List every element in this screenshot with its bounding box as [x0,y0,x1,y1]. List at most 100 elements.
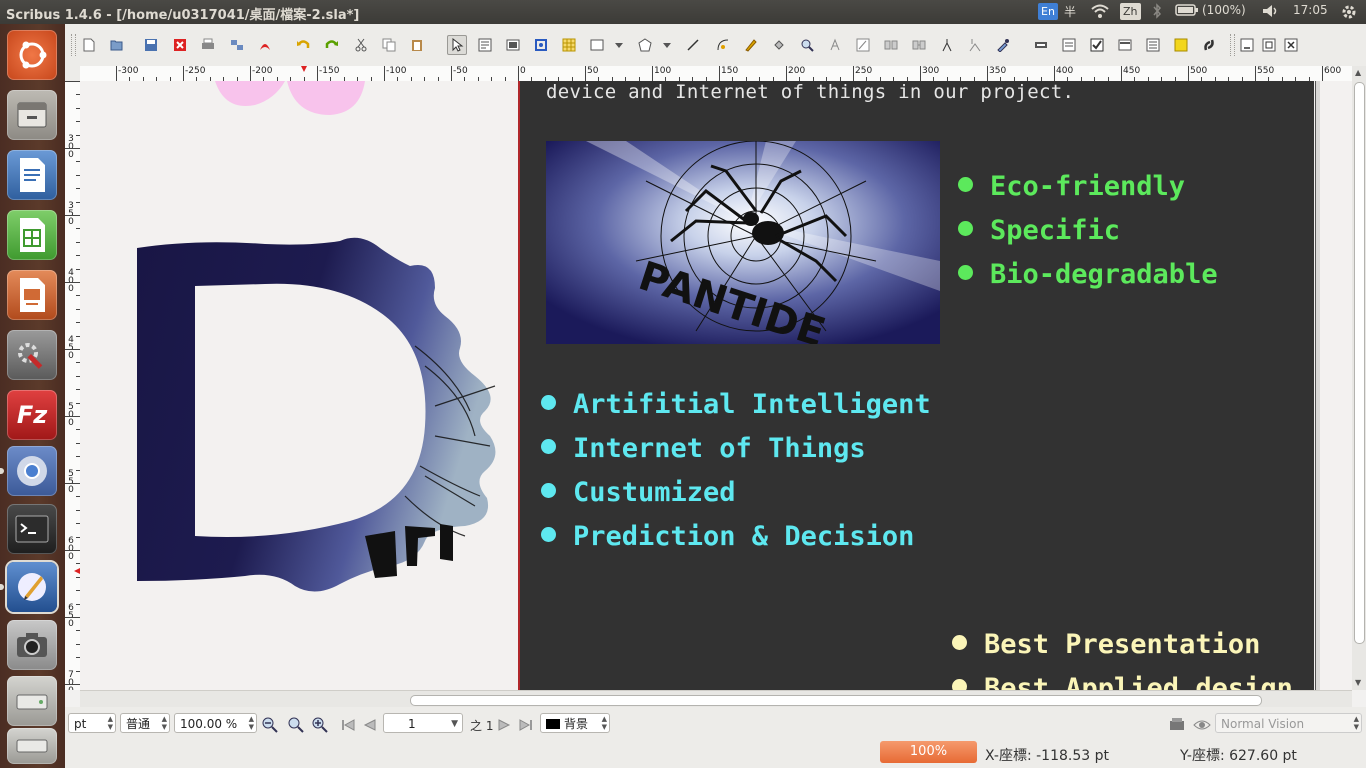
preflight-button[interactable] [227,35,247,55]
body-text-frame[interactable]: device and Internet of things in our pro… [546,81,1074,103]
image-preview-quality-select[interactable]: 普通 ▲ ▼ [120,713,170,733]
page-number-select[interactable]: 1 ▼ [383,713,463,733]
new-document-button[interactable] [79,35,99,55]
previous-page-icon[interactable] [361,716,379,734]
print-button[interactable] [198,35,218,55]
pdf-listbox-tool[interactable] [1143,35,1163,55]
table-tool-button[interactable] [559,35,579,55]
text-annotation-tool[interactable] [1171,35,1191,55]
scroll-up-arrow[interactable]: ▲ [1355,68,1361,77]
close-document-x-button[interactable] [1281,35,1301,55]
vertical-scrollbar[interactable]: ▲ ▼ [1352,66,1366,690]
eyedropper-button[interactable] [993,35,1013,55]
vertical-scroll-thumb[interactable] [1354,82,1365,644]
language-indicator[interactable]: Zh [1120,3,1141,20]
impress-icon[interactable] [7,270,57,320]
bullet-green-3[interactable]: Bio-degradable [958,259,1218,290]
disk-drive-icon[interactable] [7,728,57,764]
measurements-tool-button[interactable] [937,35,957,55]
unlink-frames-button[interactable] [909,35,929,55]
copy-properties-button[interactable] [965,35,985,55]
files-icon[interactable] [7,90,57,140]
bullet-cyan-1[interactable]: Artifitial Intelligent [541,389,931,420]
toolbar-grip[interactable] [71,34,76,56]
save-button[interactable] [141,35,161,55]
undo-button[interactable] [293,35,313,55]
polygon-tool-button[interactable] [635,35,655,55]
polygon-dropdown-arrow[interactable] [657,35,671,55]
bullet-yellow-2[interactable]: Best Applied design [952,673,1293,690]
letter-d-graphic[interactable] [135,236,505,606]
redo-button[interactable] [322,35,342,55]
pdf-combobox-tool[interactable] [1115,35,1135,55]
system-gear-icon[interactable] [1340,3,1358,24]
pdf-push-button-tool[interactable] [1031,35,1051,55]
preview-mode-icon[interactable] [1168,716,1186,734]
zoom-100-icon[interactable] [287,716,305,734]
document-canvas[interactable]: device and Internet of things in our pro… [80,81,1352,690]
settings-tools-icon[interactable] [7,330,57,380]
horizontal-scrollbar[interactable] [80,690,1352,708]
ime-half-width[interactable]: 半 [1064,3,1076,20]
bezier-tool-button[interactable] [713,35,733,55]
minimize-document-button[interactable] [1237,35,1257,55]
chromium-icon[interactable] [7,446,57,496]
paste-button[interactable] [407,35,427,55]
scribus-icon[interactable] [7,562,57,612]
rotate-tool-button[interactable] [769,35,789,55]
pdf-checkbox-tool[interactable] [1087,35,1107,55]
volume-icon[interactable] [1261,3,1281,22]
last-page-icon[interactable] [517,716,535,734]
shape-tool-button[interactable] [587,35,607,55]
toolbar-grip[interactable] [1230,34,1235,56]
filezilla-icon[interactable]: Fz [7,390,57,440]
bullet-yellow-1[interactable]: Best Presentation [952,629,1260,660]
writer-icon[interactable] [7,150,57,200]
bullet-cyan-4[interactable]: Prediction & Decision [541,521,914,552]
bullet-cyan-3[interactable]: Custumized [541,477,736,508]
zoom-out-icon[interactable] [261,716,279,734]
clock[interactable]: 17:05 [1293,3,1328,17]
open-document-button[interactable] [107,35,127,55]
battery-icon[interactable] [1175,3,1199,20]
zoom-input[interactable]: 100.00 % ▲ ▼ [174,713,257,733]
copy-button[interactable] [379,35,399,55]
edit-text-story-button[interactable] [853,35,873,55]
cut-button[interactable] [351,35,371,55]
pantide-logo-image[interactable]: PANTIDE [546,140,940,356]
render-frame-tool-button[interactable] [531,35,551,55]
next-page-icon[interactable] [495,716,513,734]
link-frames-button[interactable] [881,35,901,55]
select-tool-button[interactable] [447,35,467,55]
close-document-button[interactable] [170,35,190,55]
image-frame-tool-button[interactable] [503,35,523,55]
shape-dropdown-arrow[interactable] [609,35,623,55]
export-pdf-button[interactable] [255,35,275,55]
ruler-corner[interactable] [65,66,81,82]
view-eye-icon[interactable] [1192,716,1211,734]
calc-icon[interactable] [7,210,57,260]
ubuntu-dash-icon[interactable] [7,30,57,80]
ime-indicator[interactable]: En [1038,3,1058,20]
pink-shape[interactable] [215,81,375,121]
first-page-icon[interactable] [339,716,357,734]
bluetooth-icon[interactable] [1152,3,1162,22]
horizontal-ruler[interactable]: -300 -250 -200 -150 -100 -50 0 50 100 150 200 250 30… [80,66,1352,82]
vision-mode-select[interactable]: Normal Vision ▲ ▼ [1215,713,1362,733]
bullet-green-2[interactable]: Specific [958,215,1120,246]
pdf-text-field-tool[interactable] [1059,35,1079,55]
restore-document-button[interactable] [1259,35,1279,55]
unit-select[interactable]: pt ▲ ▼ [68,713,116,733]
zoom-in-icon[interactable] [311,716,329,734]
layer-select[interactable]: 背景 ▲ ▼ [540,713,610,733]
camera-icon[interactable] [7,620,57,670]
edit-text-button[interactable] [825,35,845,55]
link-annotation-tool[interactable] [1199,35,1219,55]
line-tool-button[interactable] [683,35,703,55]
disk-drive-icon[interactable] [7,676,57,726]
freehand-tool-button[interactable] [741,35,761,55]
text-frame-tool-button[interactable] [475,35,495,55]
horizontal-scroll-thumb[interactable] [410,695,1262,706]
terminal-icon[interactable] [7,504,57,554]
vertical-ruler[interactable]: 300 350 400 450 500 550 600 650 700 [65,81,81,690]
